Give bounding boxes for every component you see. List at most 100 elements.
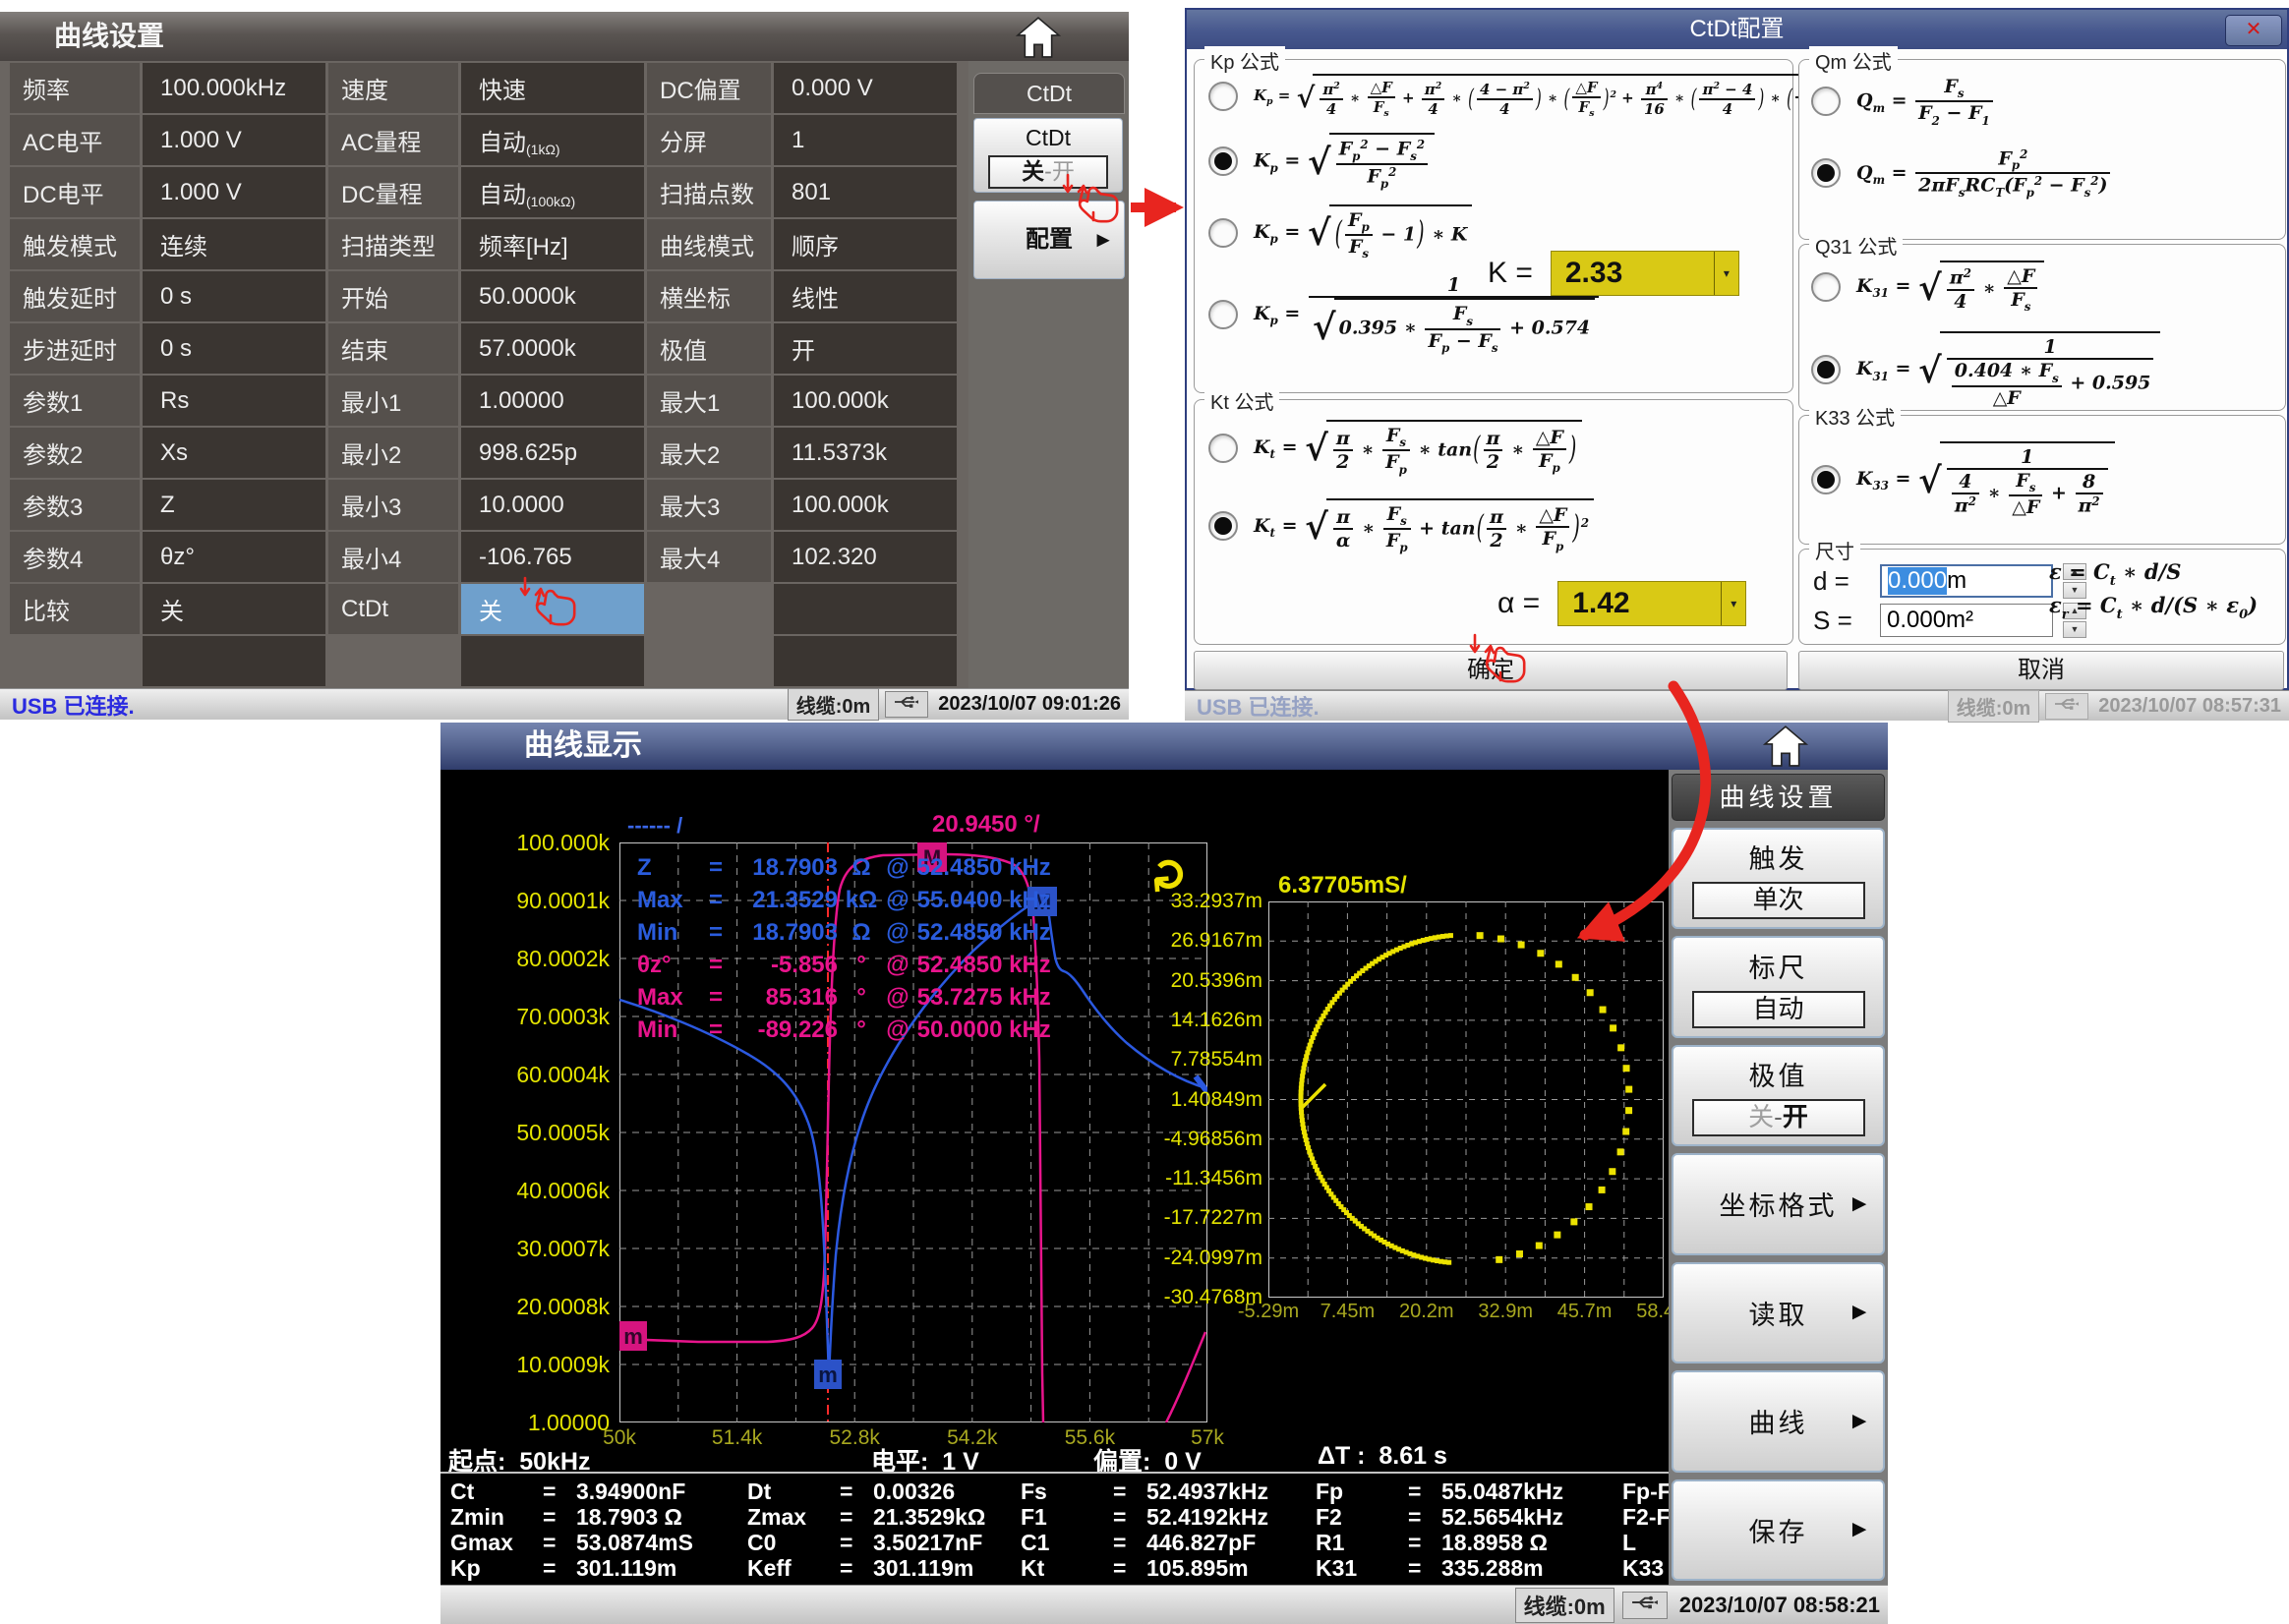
s-field[interactable]: 0.000m² [1880,604,2053,637]
measurement-cell: Fs=52.4937kHz [1021,1479,1316,1503]
admittance-circle-chart[interactable] [1268,901,1664,1298]
setting-value[interactable]: 57.0000k [461,323,644,374]
size-group: 尺寸 d = 0.000m ▲▼ S = 0.000m² ▲▼ ε = Ct ∗… [1798,549,2286,645]
setting-value[interactable]: Z [143,480,325,530]
setting-value[interactable]: 0 s [143,271,325,321]
kt-legend: Kt 公式 [1204,386,1279,415]
setting-value [774,636,957,686]
home-icon[interactable] [1013,16,1064,64]
setting-label: 参数3 [10,480,140,530]
setting-value[interactable]: 自动(100kΩ) [461,167,644,217]
q31-option-2: K31 = √10.404 ∗ Fs△F + 0.595 [1811,331,2285,408]
setting-value[interactable]: 998.625p [461,428,644,478]
kp-radio-4[interactable] [1208,300,1238,329]
setting-value[interactable]: 1.00000 [461,376,644,426]
d-field[interactable]: 0.000m [1880,564,2053,598]
setting-value[interactable]: 频率[Hz] [461,219,644,269]
kp-radio-3[interactable] [1208,218,1238,248]
setting-label [647,636,771,686]
setting-label [328,636,458,686]
measurement-cell: F1=52.4192kHz [1021,1505,1316,1529]
setting-value[interactable]: 开 [774,323,957,374]
setting-value[interactable]: 线性 [774,271,957,321]
measurement-cell: K31=335.288m [1316,1556,1622,1580]
setting-value[interactable]: 100.000k [774,376,957,426]
home-icon[interactable] [1760,725,1811,773]
k33-radio-1[interactable] [1811,465,1841,494]
submenu-arrow-icon: ► [1092,229,1114,251]
kt-radio-2[interactable] [1208,511,1238,541]
ctdt-tab: CtDt [973,73,1125,114]
cancel-button[interactable]: 取消 [1798,651,2284,690]
readout-line: Min=18.7903Ω@ 52.4850 kHz [637,916,1051,949]
measurement-cell: Dt=0.00326 [747,1479,1021,1503]
sidebar-button-读取[interactable]: 读取► [1672,1262,1885,1363]
marker-m-impedance[interactable]: m [814,1360,842,1389]
setting-label: 最小4 [328,532,458,582]
setting-value[interactable]: 50.0000k [461,271,644,321]
setting-value[interactable]: Xs [143,428,325,478]
sidebar-button-toggle: 关-开 [1692,1099,1865,1136]
sidebar-header: 曲线设置 [1672,774,1885,821]
setting-value[interactable]: 连续 [143,219,325,269]
setting-value[interactable]: 1.000 V [143,115,325,165]
setting-value[interactable]: 顺序 [774,219,957,269]
ctdt-toggle-button[interactable]: CtDt 关-开 [973,118,1123,193]
sidebar-button-label: 标尺 [1673,947,1883,985]
setting-value[interactable]: 快速 [461,63,644,113]
setting-value[interactable]: 11.5373k [774,428,957,478]
datetime: 2023/10/07 08:58:21 [1679,1593,1880,1618]
sidebar-button-标尺[interactable]: 标尺自动 [1672,936,1885,1037]
kt-radio-1[interactable] [1208,434,1238,463]
kt-value-dropdown[interactable]: 1.42▾ [1557,581,1746,626]
svg-text:m: m [623,1324,643,1349]
setting-value[interactable]: 关 [143,584,325,634]
q31-radio-1[interactable] [1811,272,1841,302]
setting-value [461,636,644,686]
setting-value[interactable]: 关 [461,584,644,634]
setting-label: 分屏 [647,115,771,165]
kp-radio-2[interactable] [1208,146,1238,176]
setting-label: CtDt [328,584,458,634]
setting-value[interactable]: 0 s [143,323,325,374]
kp-value-dropdown[interactable]: 2.33▾ [1551,251,1739,296]
marker-m-phase[interactable]: m [619,1321,647,1351]
sidebar-button-触发[interactable]: 触发单次 [1672,828,1885,929]
q31-option-1: K31 = √π24 ∗ △FFs [1811,261,2285,314]
kp-radio-1[interactable] [1208,82,1238,111]
sidebar-button-坐标格式[interactable]: 坐标格式► [1672,1153,1885,1254]
setting-value[interactable]: 1.000 V [143,167,325,217]
setting-value[interactable]: 801 [774,167,957,217]
sidebar-button-保存[interactable]: 保存► [1672,1479,1885,1581]
k33-legend: K33 公式 [1809,402,1901,431]
setting-value[interactable]: θz° [143,532,325,582]
setting-value[interactable]: -106.765 [461,532,644,582]
qm-radio-2[interactable] [1811,158,1841,188]
sidebar-button-极值[interactable]: 极值关-开 [1672,1045,1885,1146]
setting-label: 扫描类型 [328,219,458,269]
close-icon[interactable]: ✕ [2225,15,2282,46]
config-button[interactable]: 配置 ► [973,201,1125,279]
table-row [10,636,968,686]
sidebar-button-value: 自动 [1692,991,1865,1028]
setting-value[interactable]: 0.000 V [774,63,957,113]
setting-value[interactable]: 10.0000 [461,480,644,530]
setting-label: 速度 [328,63,458,113]
sidebar-button-曲线[interactable]: 曲线► [1672,1370,1885,1472]
qm-formula-group: Qm 公式Qm = FsF2 − F1Qm = Fp22πFsRCT(Fp2 −… [1798,59,2286,240]
setting-value[interactable]: 100.000k [774,480,957,530]
q31-radio-2[interactable] [1811,355,1841,384]
ok-button[interactable]: 确定 [1194,651,1788,690]
setting-value[interactable]: 100.000kHz [143,63,325,113]
kt-option-2: Kt = √πα ∗ FsFp + tan(π2 ∗ △FFp)2 [1208,498,1792,555]
setting-value[interactable]: 102.320 [774,532,957,582]
kp-formula-2: Kp = √Fp2 − Fs2Fp2 [1254,133,1436,191]
page-title: 曲线显示 [440,723,1888,770]
setting-value[interactable]: 自动(1kΩ) [461,115,644,165]
setting-value[interactable]: Rs [143,376,325,426]
qm-radio-1[interactable] [1811,87,1841,116]
table-row: 比较关CtDt关 [10,584,968,634]
setting-value[interactable]: 1 [774,115,957,165]
y-tick-label: 60.0004k [501,1062,610,1088]
setting-label: 参数1 [10,376,140,426]
